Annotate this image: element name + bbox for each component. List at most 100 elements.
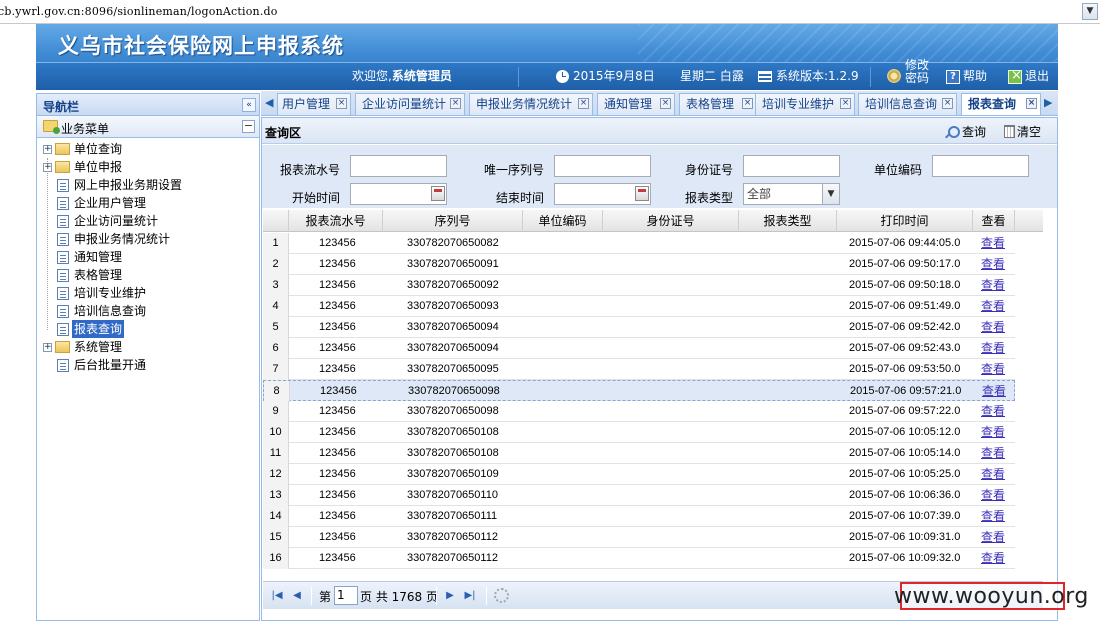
view-link[interactable]: 查看 [981,233,1005,254]
column-header[interactable]: 打印时间 [837,210,973,232]
business-menu-header[interactable]: 业务菜单 − [37,116,259,138]
tab-visit-stats[interactable]: 企业访问量统计 × [355,93,465,115]
table-row[interactable]: 4 123456 330782070650093 2015-07-06 09:51:4… [263,296,1015,317]
page-number-input[interactable]: 1 [334,586,358,605]
table-row[interactable]: 15 123456 330782070650112 2015-07-06 10:09:… [263,527,1015,548]
view-link[interactable]: 查看 [982,381,1006,402]
close-icon[interactable]: × [840,98,851,109]
table-row[interactable]: 12 123456 330782070650109 2015-07-06 10:05:… [263,464,1015,485]
help-button[interactable]: ? 帮助 [946,68,987,84]
serial-input[interactable] [350,155,447,177]
sidebar-item-training-query[interactable]: 培训信息查询 [37,302,259,320]
view-link[interactable]: 查看 [981,275,1005,296]
sidebar-item-period-settings[interactable]: 网上申报业务期设置 [37,176,259,194]
view-link[interactable]: 查看 [981,422,1005,443]
close-icon[interactable]: × [1026,98,1037,109]
unique-seq-input[interactable] [554,155,651,177]
view-link[interactable]: 查看 [981,296,1005,317]
sidebar-item-report-query[interactable]: 报表查询 [37,320,259,338]
view-link[interactable]: 查看 [981,506,1005,527]
expand-icon[interactable]: + [43,343,52,352]
clear-button[interactable]: 清空 [1004,123,1041,140]
search-button[interactable]: 查询 [948,123,986,140]
tab-report-query[interactable]: 报表查询 × [961,93,1041,115]
calendar-icon[interactable] [431,186,445,201]
tab-notices[interactable]: 通知管理 × [597,93,675,115]
sidebar-item-unit-query[interactable]: + 单位查询 [37,140,259,158]
view-link[interactable]: 查看 [981,359,1005,380]
next-page-icon[interactable]: ▶ [444,590,456,602]
tab-declare-stats[interactable]: 申报业务情况统计 × [469,93,593,115]
table-row[interactable]: 3 123456 330782070650092 2015-07-06 09:50:1… [263,275,1015,296]
table-row[interactable]: 2 123456 330782070650091 2015-07-06 09:50:1… [263,254,1015,275]
tab-training-query[interactable]: 培训信息查询 × [858,93,957,115]
end-time-input[interactable] [554,183,651,205]
collapse-menu-icon[interactable]: − [242,120,255,133]
sidebar-item-visit-stats[interactable]: 企业访问量统计 [37,212,259,230]
column-header[interactable]: 报表类型 [739,210,837,232]
column-header[interactable]: 报表流水号 [289,210,383,232]
view-link[interactable]: 查看 [981,527,1005,548]
view-link[interactable]: 查看 [981,485,1005,506]
tab-forms[interactable]: 表格管理 × [679,93,757,115]
start-time-input[interactable] [350,183,447,205]
view-link[interactable]: 查看 [981,548,1005,569]
chevron-down-icon[interactable]: ▼ [822,184,839,204]
view-link[interactable]: 查看 [981,464,1005,485]
table-row[interactable]: 6 123456 330782070650094 2015-07-06 09:52:4… [263,338,1015,359]
close-icon[interactable]: × [450,98,461,109]
close-icon[interactable]: × [942,98,953,109]
column-header[interactable]: 身份证号 [603,210,739,232]
sidebar-item-declare-stats[interactable]: 申报业务情况统计 [37,230,259,248]
close-icon[interactable]: × [742,98,753,109]
collapse-sidebar-icon[interactable]: « [242,98,256,112]
tab-training-major[interactable]: 培训专业维护 × [755,93,855,115]
table-row[interactable]: 1 123456 330782070650082 2015-07-06 09:44:0… [263,233,1015,254]
scroll-left-icon[interactable]: ◀ [265,97,275,109]
table-row[interactable]: 9 123456 330782070650098 2015-07-06 09:57:2… [263,401,1015,422]
view-link[interactable]: 查看 [981,338,1005,359]
column-header[interactable]: 单位编码 [523,210,603,232]
table-row[interactable]: 13 123456 330782070650110 2015-07-06 10:06:… [263,485,1015,506]
table-row[interactable]: 10 123456 330782070650108 2015-07-06 10:05:… [263,422,1015,443]
view-link[interactable]: 查看 [981,401,1005,422]
close-icon[interactable]: × [578,98,589,109]
tab-user-management[interactable]: 用户管理 × [277,93,351,115]
view-link[interactable]: 查看 [981,254,1005,275]
sidebar-item-system[interactable]: + 系统管理 [37,338,259,356]
refresh-icon[interactable] [494,588,509,603]
calendar-icon[interactable] [635,186,649,201]
view-link[interactable]: 查看 [981,317,1005,338]
table-row[interactable]: 16 123456 330782070650112 2015-07-06 10:09:… [263,548,1015,569]
scroll-right-icon[interactable]: ▶ [1044,97,1054,109]
table-row[interactable]: 5 123456 330782070650094 2015-07-06 09:52:4… [263,317,1015,338]
last-page-icon[interactable]: ▶| [464,590,476,602]
sidebar-item-training-major[interactable]: 培训专业维护 [37,284,259,302]
address-bar[interactable]: cb.ywrl.gov.cn:8096/sionlineman/logonAct… [0,0,1100,24]
table-row[interactable]: 11 123456 330782070650108 2015-07-06 10:05:… [263,443,1015,464]
first-page-icon[interactable]: |◀ [271,590,283,602]
sidebar-item-forms[interactable]: 表格管理 [37,266,259,284]
serial-cell: 123456 [319,237,356,249]
address-dropdown-icon[interactable]: ▼ [1082,3,1098,20]
table-row[interactable]: 14 123456 330782070650111 2015-07-06 10:07:… [263,506,1015,527]
close-icon[interactable]: × [336,98,347,109]
sidebar-item-batch-open[interactable]: 后台批量开通 [37,356,259,374]
change-password-button[interactable]: 修改密码 [886,59,931,85]
table-row[interactable]: 7 123456 330782070650095 2015-07-06 09:53:5… [263,359,1015,380]
expand-icon[interactable]: + [43,163,52,172]
logout-button[interactable]: 退出 [1008,68,1049,84]
view-link[interactable]: 查看 [981,443,1005,464]
sidebar-item-enterprise-users[interactable]: 企业用户管理 [37,194,259,212]
report-type-select[interactable]: 全部 ▼ [743,183,840,205]
column-header[interactable]: 序列号 [383,210,523,232]
column-header[interactable]: 查看 [973,210,1015,232]
unit-code-input[interactable] [932,155,1029,177]
prev-page-icon[interactable]: ◀ [291,590,303,602]
close-icon[interactable]: × [660,98,671,109]
id-card-input[interactable] [743,155,840,177]
sidebar-item-unit-declare[interactable]: + 单位申报 [37,158,259,176]
expand-icon[interactable]: + [43,145,52,154]
table-row[interactable]: 8 123456 330782070650098 2015-07-06 09:57:2… [263,380,1015,402]
sidebar-item-notices[interactable]: 通知管理 [37,248,259,266]
